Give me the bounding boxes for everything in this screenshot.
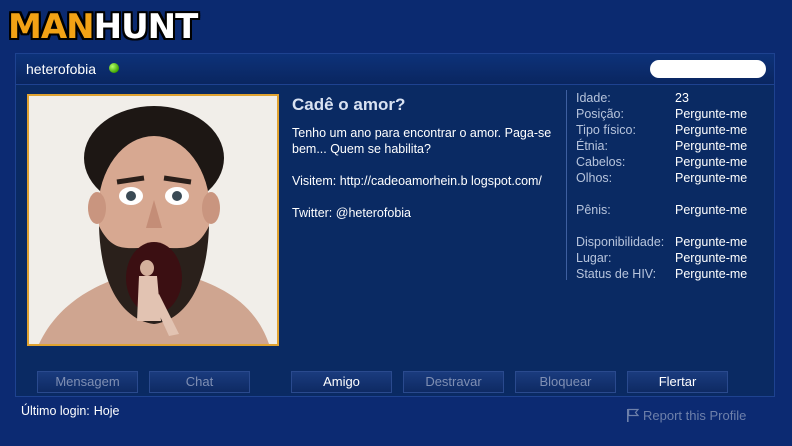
stat-label: Lugar:: [576, 251, 612, 265]
stat-row-hiv-status: Status de HIV: Pergunte-me: [576, 266, 766, 282]
last-login-value: Hoje: [93, 404, 120, 418]
logo-hunt: HUNT: [93, 7, 199, 47]
profile-panel: heterofobia Cadê o amor? Tenho um ano pa…: [15, 53, 775, 397]
online-status-icon: [109, 63, 119, 73]
stat-row-ethnicity: Étnia: Pergunte-me: [576, 138, 766, 154]
chat-button[interactable]: Chat: [149, 371, 250, 393]
profile-photo[interactable]: [27, 94, 279, 346]
stat-row-position: Posição: Pergunte-me: [576, 106, 766, 122]
stat-value: Pergunte-me: [675, 155, 748, 169]
stat-label: Idade:: [576, 91, 611, 105]
stat-row-hair: Cabelos: Pergunte-me: [576, 154, 766, 170]
stats-divider: [566, 90, 567, 280]
stat-label: Cabelos:: [576, 155, 626, 169]
stat-row-penis: Pênis: Pergunte-me: [576, 202, 766, 218]
stat-spacer: [576, 218, 766, 234]
profile-description: Tenho um ano para encontrar o amor. Paga…: [292, 125, 558, 237]
stat-value: 23: [675, 91, 689, 105]
stat-label: Posição:: [576, 107, 624, 121]
stat-row-age: Idade: 23: [576, 90, 766, 106]
block-button[interactable]: Bloquear: [515, 371, 616, 393]
last-login: Último login: Hoje: [21, 404, 124, 418]
report-profile-link[interactable]: Report this Profile: [626, 408, 746, 423]
stat-row-place: Lugar: Pergunte-me: [576, 250, 766, 266]
redacted-area: [650, 60, 766, 78]
friend-button[interactable]: Amigo: [291, 371, 392, 393]
stat-value: Pergunte-me: [675, 171, 748, 185]
profile-photo-image: [29, 96, 277, 344]
stat-row-eyes: Olhos: Pergunte-me: [576, 170, 766, 186]
description-link[interactable]: Visitem: http://cadeoamorhein.b logspot.…: [292, 173, 558, 189]
profile-stats: Idade: 23 Posição: Pergunte-me Tipo físico…: [576, 90, 766, 282]
stat-label: Disponibilidade:: [576, 235, 665, 249]
stat-label: Étnia:: [576, 139, 608, 153]
stat-spacer: [576, 186, 766, 202]
message-button[interactable]: Mensagem: [37, 371, 138, 393]
stat-value: Pergunte-me: [675, 235, 748, 249]
profile-username: heterofobia: [26, 61, 97, 77]
profile-headline: Cadê o amor?: [292, 95, 406, 114]
logo-man: MAN: [8, 7, 95, 47]
stat-row-body-type: Tipo físico: Pergunte-me: [576, 122, 766, 138]
stat-label: Pênis:: [576, 203, 611, 217]
description-twitter: Twitter: @heterofobia: [292, 206, 411, 220]
unlock-button[interactable]: Destravar: [403, 371, 504, 393]
last-login-label: Último login:: [21, 404, 90, 418]
stat-value: Pergunte-me: [675, 107, 748, 121]
flag-icon: [627, 408, 640, 422]
profile-title-bar: heterofobia: [16, 54, 774, 85]
report-profile-label: Report this Profile: [643, 408, 747, 423]
flirt-button[interactable]: Flertar: [627, 371, 728, 393]
stat-value: Pergunte-me: [675, 251, 748, 265]
stat-value: Pergunte-me: [675, 267, 748, 281]
site-header: MAN HUNT: [0, 0, 792, 50]
description-line: Tenho um ano para encontrar o amor. Paga…: [292, 126, 552, 156]
stat-row-availability: Disponibilidade: Pergunte-me: [576, 234, 766, 250]
stat-value: Pergunte-me: [675, 203, 748, 217]
stat-value: Pergunte-me: [675, 123, 748, 137]
stat-label: Tipo físico:: [576, 123, 636, 137]
stat-value: Pergunte-me: [675, 139, 748, 153]
stat-label: Olhos:: [576, 171, 613, 185]
manhunt-logo[interactable]: MAN HUNT: [8, 7, 199, 47]
stat-label: Status de HIV:: [576, 267, 657, 281]
